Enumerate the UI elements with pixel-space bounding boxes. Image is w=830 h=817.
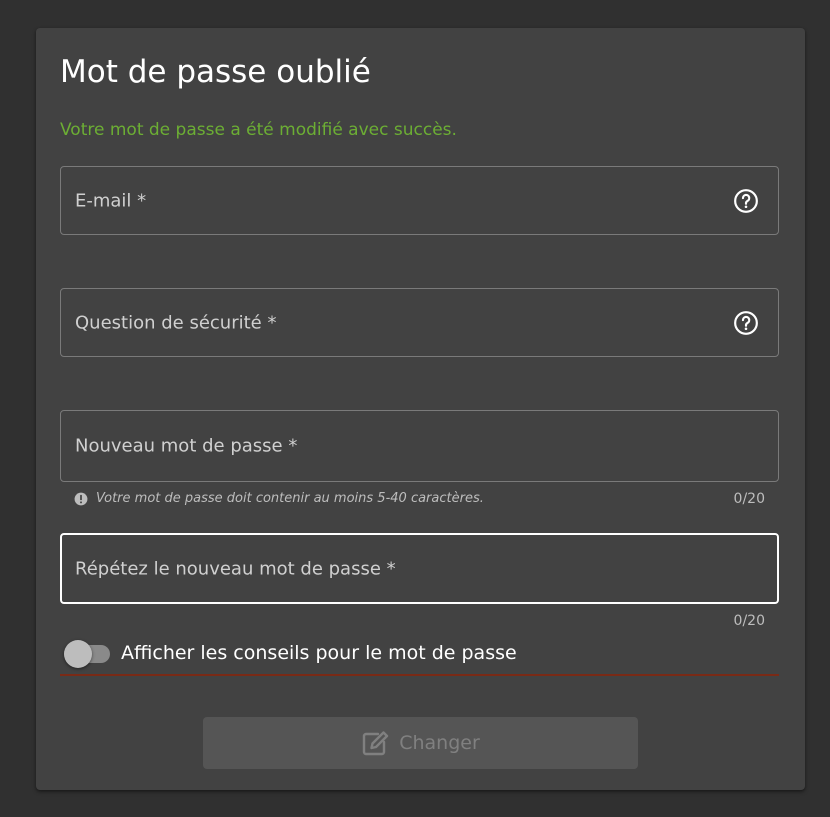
repeat-password-label: Répétez le nouveau mot de passe *: [75, 558, 396, 579]
page-title: Mot de passe oublié: [60, 54, 371, 90]
toggle-knob: [64, 640, 92, 668]
info-icon: [74, 492, 88, 505]
security-question-label: Question de sécurité *: [75, 312, 277, 333]
success-message: Votre mot de passe a été modifié avec su…: [60, 120, 457, 140]
new-password-field[interactable]: Nouveau mot de passe *: [60, 410, 779, 482]
repeat-password-hint-row: 0/20: [60, 611, 779, 631]
new-password-hint-row: Votre mot de passe doit contenir au moin…: [60, 489, 779, 509]
show-tips-toggle-row: Afficher les conseils pour le mot de pas…: [60, 638, 779, 676]
email-field[interactable]: E-mail *: [60, 166, 779, 235]
show-tips-toggle[interactable]: [64, 640, 110, 668]
forgot-password-card: Mot de passe oublié Votre mot de passe a…: [36, 28, 805, 790]
security-question-field[interactable]: Question de sécurité *: [60, 288, 779, 357]
email-label: E-mail *: [75, 190, 147, 211]
repeat-password-field[interactable]: Répétez le nouveau mot de passe *: [60, 533, 779, 604]
change-button[interactable]: Changer: [203, 717, 638, 769]
password-hint: Votre mot de passe doit contenir au moin…: [74, 491, 484, 506]
help-circle-icon[interactable]: [733, 188, 759, 214]
show-tips-label[interactable]: Afficher les conseils pour le mot de pas…: [121, 641, 517, 665]
repeat-password-counter: 0/20: [733, 613, 765, 629]
new-password-counter: 0/20: [733, 491, 765, 507]
change-button-label: Changer: [399, 732, 480, 754]
new-password-label: Nouveau mot de passe *: [75, 435, 298, 457]
edit-icon: [363, 731, 389, 756]
help-circle-icon[interactable]: [733, 310, 759, 336]
password-hint-text: Votre mot de passe doit contenir au moin…: [96, 491, 484, 506]
